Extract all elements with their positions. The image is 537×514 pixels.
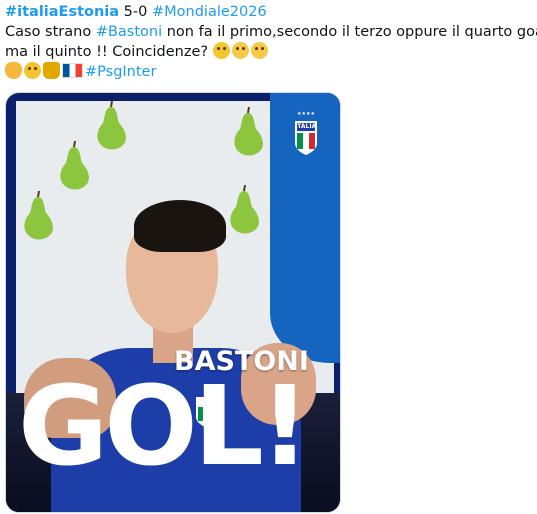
flag-france-icon (62, 63, 83, 78)
hashtag-mondiale2026[interactable]: #Mondiale2026 (152, 4, 267, 20)
relieved-face-icon (24, 62, 41, 79)
tweet-line-2: Caso strano #Bastoni non fa il primo,sec… (5, 22, 537, 42)
hashtag-bastoni[interactable]: #Bastoni (96, 24, 162, 40)
pear-icon (230, 185, 259, 234)
laughing-face-icon (231, 42, 249, 59)
hashtag-italia-estonia[interactable]: #italiaEstonia (5, 4, 119, 20)
grinning-face-icon (250, 42, 268, 59)
clapping-hands-icon (5, 62, 22, 79)
tweet-line-4: #PsgInter (5, 62, 533, 82)
goal-text: GOL! (18, 362, 310, 490)
tweet-text-part: non fa il primo,secondo il terzo oppure … (162, 24, 537, 40)
pear-icon (24, 191, 53, 240)
tweet-text-part: Caso strano (5, 24, 96, 40)
tweet-line-3: ma il quinto !! Coincidenze? (5, 42, 533, 62)
tweet-image[interactable]: ★★★★ ITALIA BASTONI GOL! (5, 92, 341, 513)
crest-label: ITALIA (295, 123, 317, 130)
thinking-face-icon (212, 42, 230, 59)
italia-crest-icon: ★★★★ (295, 111, 317, 155)
score-text: 5-0 (119, 4, 152, 20)
tweet-text-part: ma il quinto !! Coincidenze? (5, 44, 213, 60)
pear-icon (234, 107, 263, 156)
trophy-icon (43, 62, 60, 79)
svg-text:★★★★: ★★★★ (297, 111, 315, 117)
hashtag-psginter[interactable]: #PsgInter (85, 64, 156, 80)
tweet-text: #italiaEstonia 5-0 #Mondiale2026 Caso st… (5, 2, 537, 82)
tweet-line-1: #italiaEstonia 5-0 #Mondiale2026 (5, 2, 533, 22)
pear-icon (60, 141, 89, 190)
pear-icon (97, 101, 126, 150)
player-hair (134, 200, 226, 252)
